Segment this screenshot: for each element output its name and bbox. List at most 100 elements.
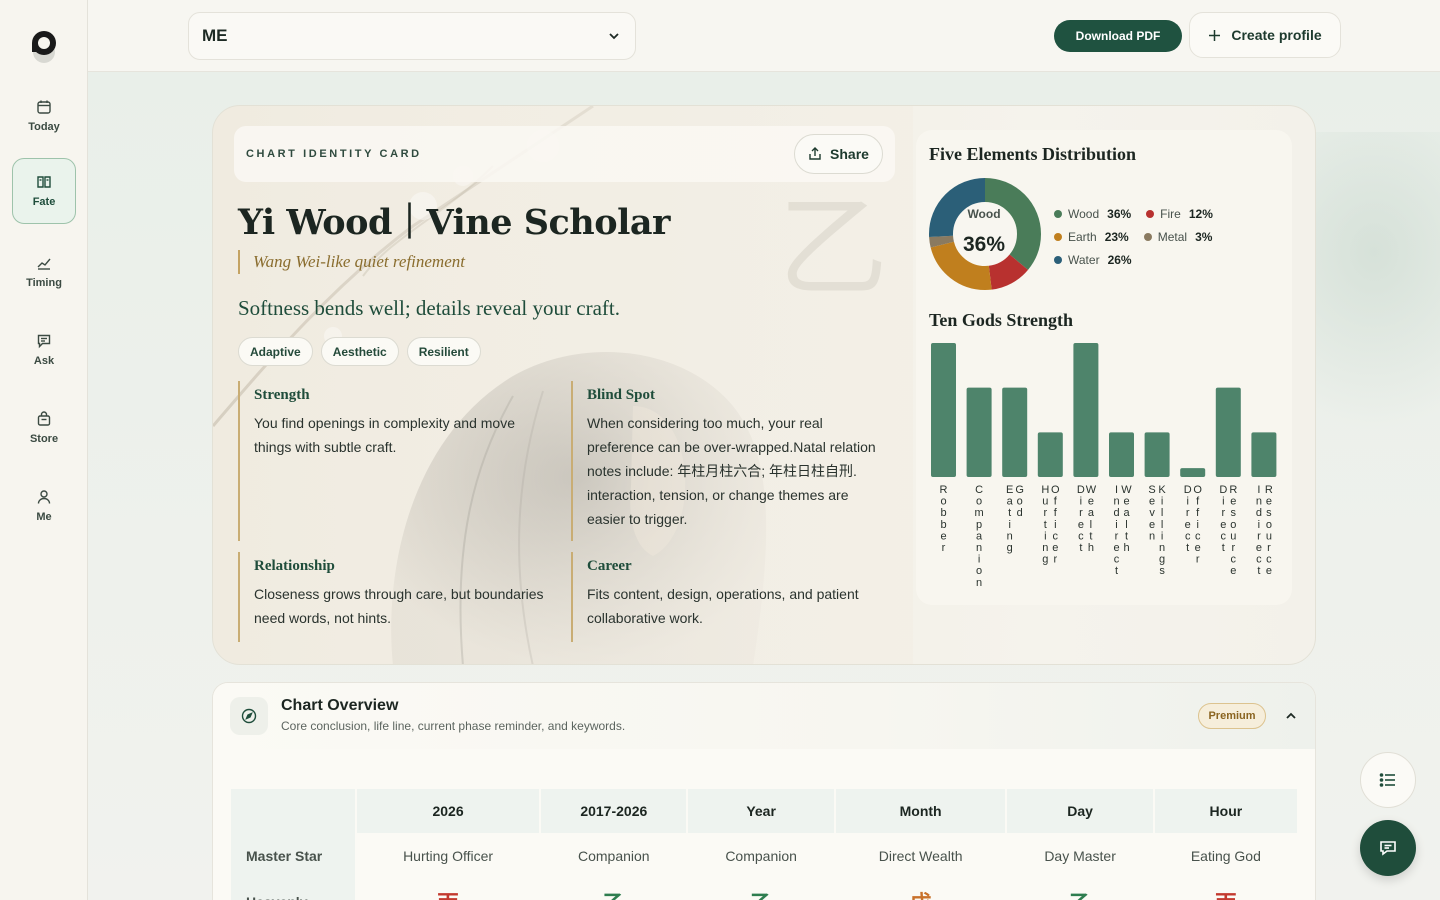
chart-overview-section: Chart Overview Core conclusion, life lin…	[212, 682, 1316, 900]
table-cell: Day Master	[1007, 833, 1155, 879]
bar-label: Se v e nK i l l i n g s	[1148, 484, 1166, 577]
donut-center-label: Wood	[967, 207, 1001, 221]
overview-header[interactable]: Chart Overview Core conclusion, life lin…	[213, 683, 1315, 749]
table-cell: 乙	[541, 879, 689, 900]
table-cell: Companion	[541, 833, 689, 879]
bar-label: Di r e c tR e s o u r c e	[1219, 484, 1237, 577]
pillars-table: 2026 2017-2026 Year Month Day Hour Maste…	[231, 789, 1299, 900]
table-cell: Hurting Officer	[357, 833, 542, 879]
bar-label: Ea t i n gG o d	[1006, 484, 1024, 554]
nav-timing[interactable]: Timing	[12, 239, 76, 305]
legend-dot	[1146, 209, 1155, 218]
nav-label: Me	[36, 511, 52, 523]
table-header-row: 2026 2017-2026 Year Month Day Hour	[231, 789, 1299, 833]
ten-gods-bar-chart: Ro b b e r C o m p a n i o n E a t i n gG o d H u r t i n gO f f i c e r D i…	[931, 343, 1277, 589]
watermark-char: 乙	[778, 184, 888, 312]
legend-item-wood: Wood 36%	[1054, 207, 1131, 221]
elements-title: Five Elements Distribution	[929, 144, 1136, 164]
legend-pct: 12%	[1188, 206, 1213, 221]
legend-name: Wood	[1068, 206, 1100, 221]
overview-title: Chart Overview	[281, 697, 399, 714]
toc-button[interactable]	[1360, 752, 1416, 808]
bar-label: In d i r e c tW e a l t h	[1113, 484, 1132, 577]
message-icon	[37, 334, 51, 349]
create-profile-label: Create profile	[1231, 27, 1322, 43]
trait-title: Strength	[254, 387, 310, 403]
stem-char: 乙	[750, 891, 772, 900]
bar	[1251, 432, 1277, 477]
topbar: ME Download PDF Create profile	[88, 0, 1440, 72]
share-icon	[809, 147, 821, 160]
trait-career: Career Fits content, design, operations,…	[571, 552, 889, 642]
legend-item-metal: Metal 3%	[1143, 229, 1213, 244]
trait-strength: Strength You find openings in complexity…	[238, 381, 548, 541]
card-header: CHART IDENTITY CARD Share	[234, 126, 895, 182]
table-cell: Direct Wealth	[836, 833, 1008, 879]
legend-name: Fire	[1160, 206, 1181, 221]
legend-pct: 26%	[1107, 252, 1132, 267]
column-header: Year	[688, 789, 836, 833]
identity-card: 乙 CHART IDENTITY CARD Share Yi Wood｜Vine…	[212, 105, 1316, 665]
trait-title: Career	[587, 558, 632, 574]
tag: Resilient	[406, 337, 481, 366]
legend-pct: 3%	[1195, 229, 1213, 244]
table-cell: Eating God	[1155, 833, 1299, 879]
bar	[1215, 387, 1241, 477]
legend-dot	[1054, 209, 1062, 218]
stem-char: 丙	[1215, 891, 1237, 900]
legend-item-earth: Earth 23%	[1054, 230, 1129, 244]
share-label: Share	[830, 146, 869, 162]
column-header: Hour	[1154, 789, 1299, 833]
nav-label: Fate	[32, 196, 56, 208]
nav-label: Store	[29, 433, 59, 445]
bar-label: Di r e c tW e a l t h	[1077, 484, 1097, 554]
trait-title: Blind Spot	[587, 387, 655, 403]
card-motto: Softness bends well; details reveal your…	[238, 296, 620, 320]
trait-blind-spot: Blind Spot When considering too much, yo…	[571, 381, 889, 541]
nav-label: Timing	[26, 277, 62, 289]
tag: Aesthetic	[320, 337, 399, 366]
bag-icon	[37, 411, 51, 426]
calendar-icon	[37, 100, 51, 114]
chat-button[interactable]	[1360, 820, 1416, 876]
card-eyebrow: CHART IDENTITY CARD	[246, 148, 422, 160]
tag: Adaptive	[238, 337, 313, 366]
bar-label: In d i r e c tR e s o u r c e	[1256, 484, 1273, 577]
chat-icon	[1380, 841, 1396, 856]
nav-label: Ask	[33, 355, 55, 367]
app-logo[interactable]	[30, 28, 58, 66]
bar-label: Robber	[940, 484, 948, 554]
chevron-up-icon[interactable]	[1284, 709, 1298, 723]
trait-relationship: Relationship Closeness grows through car…	[238, 552, 548, 642]
row-header: Heavenly	[231, 879, 357, 900]
table-corner	[231, 789, 357, 833]
profile-select[interactable]: ME	[188, 12, 636, 60]
bar-label: Di r e c tO f f i c e r	[1184, 484, 1203, 566]
stem-char: 戊	[910, 891, 932, 900]
bar	[1037, 432, 1063, 477]
legend-name: Earth	[1068, 229, 1097, 244]
trend-icon	[37, 258, 51, 270]
legend-dot	[1054, 232, 1062, 241]
nav-fate[interactable]: Fate	[12, 158, 76, 224]
table-cell: 乙	[1007, 879, 1155, 900]
overview-desc: Core conclusion, life line, current phas…	[281, 719, 626, 733]
bar	[1180, 468, 1206, 477]
legend-name: Metal	[1157, 229, 1188, 244]
stem-char: 丙	[437, 891, 459, 900]
download-pdf-button[interactable]: Download PDF	[1054, 20, 1182, 52]
trait-title: Relationship	[254, 558, 335, 574]
legend-dot	[1054, 255, 1062, 264]
bar-label: Companion	[975, 484, 984, 589]
nav-today[interactable]: Today	[12, 83, 76, 149]
create-profile-button[interactable]: Create profile	[1189, 12, 1341, 58]
nav-me[interactable]: Me	[12, 473, 76, 539]
nav-store[interactable]: Store	[12, 395, 76, 461]
user-icon	[37, 490, 51, 504]
column-header: Month	[835, 789, 1008, 833]
share-button[interactable]: Share	[794, 134, 883, 174]
legend-item-water: Water 26%	[1054, 253, 1132, 267]
bar	[1109, 432, 1134, 477]
premium-badge: Premium	[1198, 703, 1266, 729]
nav-ask[interactable]: Ask	[12, 317, 76, 383]
